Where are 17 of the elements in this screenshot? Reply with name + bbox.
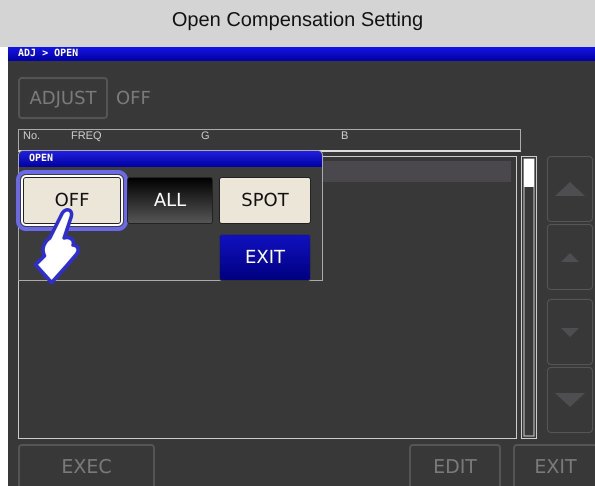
pointing-hand-icon: [32, 207, 82, 285]
option-button[interactable]: ALL: [127, 177, 213, 224]
adjust-value: OFF: [116, 88, 151, 108]
down-arrow-icon: [561, 328, 579, 336]
up-arrow-icon: [561, 252, 579, 262]
page-title: Open Compensation Setting: [172, 8, 424, 33]
breadcrumb: ADJ > OPEN: [8, 47, 595, 61]
column-header: No.: [23, 130, 42, 142]
up-arrow-icon: [555, 182, 585, 196]
scrollbar[interactable]: [521, 156, 537, 439]
popup-title: OPEN: [19, 151, 322, 167]
down-arrow-icon: [555, 393, 585, 407]
exit-button[interactable]: EXIT: [219, 234, 311, 281]
option-button[interactable]: SPOT: [219, 177, 311, 224]
column-header: B: [341, 130, 350, 142]
column-header: FREQ: [71, 130, 103, 142]
column-header: G: [201, 130, 211, 142]
